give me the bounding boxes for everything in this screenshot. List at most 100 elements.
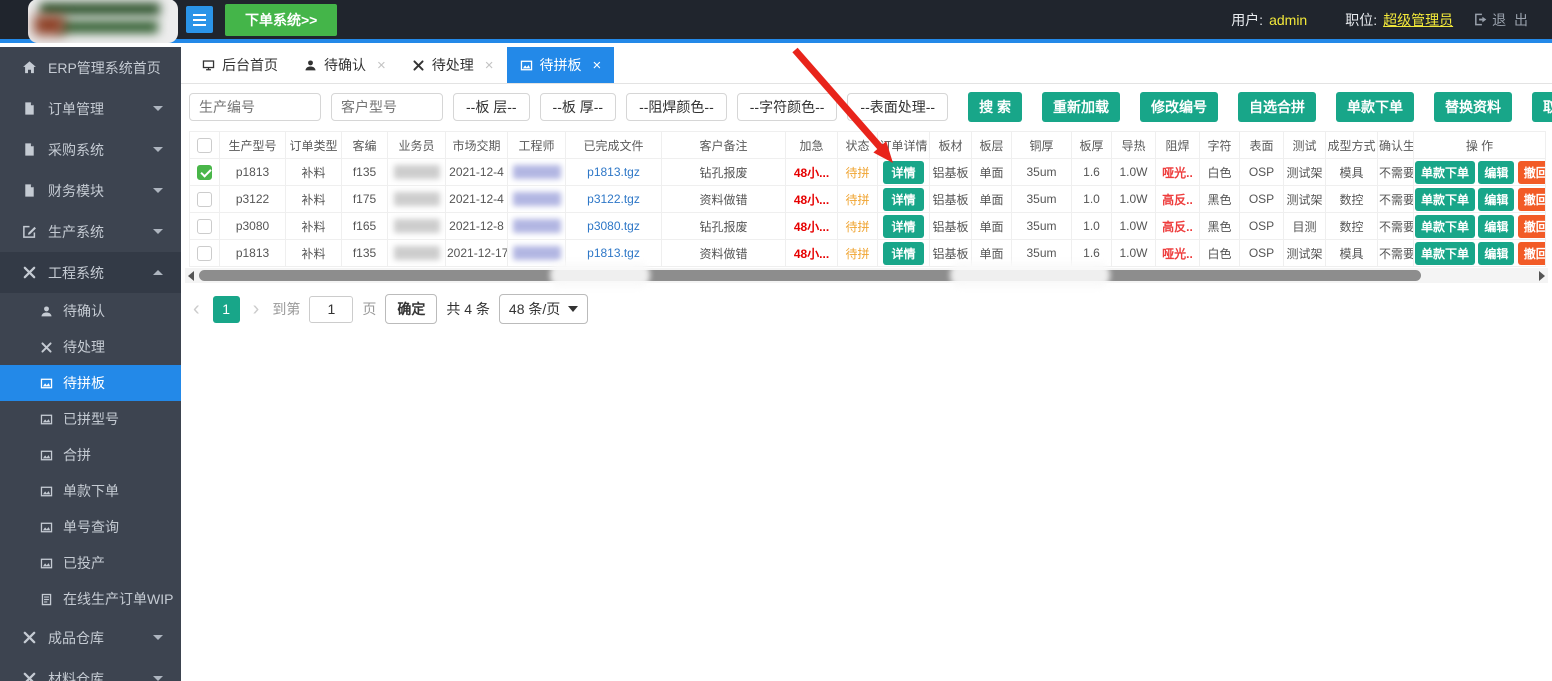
cell-remark: 资料做错 bbox=[661, 185, 786, 213]
cell-solder-mask: 高反.. bbox=[1155, 185, 1200, 213]
surface-finish-select[interactable]: --表面处理-- bbox=[847, 93, 949, 121]
cell-silkscreen: 白色 bbox=[1199, 158, 1240, 186]
scroll-right-arrow-icon[interactable] bbox=[1539, 270, 1545, 281]
user-label: 用户: bbox=[1231, 11, 1264, 28]
cell-thickness: 1.6 bbox=[1071, 158, 1112, 186]
close-icon[interactable]: × bbox=[377, 57, 386, 74]
cancel-refeed-button[interactable]: 取消补料 bbox=[1531, 92, 1552, 122]
col-order-type: 订单类型 bbox=[285, 131, 342, 159]
edit-button[interactable]: 编辑 bbox=[1478, 187, 1515, 211]
chevron-down-icon bbox=[153, 229, 163, 234]
close-icon[interactable]: × bbox=[485, 57, 494, 74]
single-order-row-button[interactable]: 单款下单 bbox=[1415, 160, 1476, 184]
table-header-row: 生产型号 订单类型 客编 业务员 市场交期 工程师 已完成文件 客户备注 加急 … bbox=[189, 131, 1546, 159]
scrollbar-thumb[interactable] bbox=[199, 270, 1421, 281]
sidebar-item-order-mgmt[interactable]: 订单管理 bbox=[0, 88, 181, 129]
sidebar-item-order-query[interactable]: 单号查询 bbox=[0, 509, 181, 545]
select-all-checkbox[interactable] bbox=[197, 137, 212, 153]
edit-button[interactable]: 编辑 bbox=[1478, 241, 1515, 265]
tab-pending-confirm[interactable]: 待确认 × bbox=[291, 47, 399, 83]
menu-toggle-button[interactable] bbox=[186, 6, 213, 33]
chevron-down-icon bbox=[568, 306, 579, 312]
cell-confirm: 不需要 bbox=[1377, 239, 1414, 267]
sidebar-item-finance[interactable]: 财务模块 bbox=[0, 170, 181, 211]
file-link[interactable]: p1813.tgz bbox=[587, 246, 640, 260]
single-order-button[interactable]: 单款下单 bbox=[1335, 92, 1414, 122]
sidebar-item-finished-warehouse[interactable]: 成品仓库 bbox=[0, 617, 181, 658]
self-combine-button[interactable]: 自选合拼 bbox=[1237, 92, 1316, 122]
order-system-button[interactable]: 下单系统>> bbox=[225, 3, 338, 36]
cell-urgent: 48小... bbox=[785, 212, 838, 240]
tab-backend-home[interactable]: 后台首页 bbox=[189, 47, 291, 83]
per-page-select[interactable]: 48 条/页 bbox=[498, 294, 589, 324]
production-no-input[interactable] bbox=[189, 93, 321, 121]
monitor-icon bbox=[202, 59, 215, 70]
goto-page-input[interactable] bbox=[309, 295, 354, 323]
reload-button[interactable]: 重新加载 bbox=[1041, 92, 1120, 122]
detail-button[interactable]: 详情 bbox=[883, 187, 924, 211]
edit-button[interactable]: 编辑 bbox=[1478, 160, 1515, 184]
sidebar-item-in-production[interactable]: 已投产 bbox=[0, 545, 181, 581]
board-layer-select[interactable]: --板 层-- bbox=[453, 93, 530, 121]
col-silkscreen: 字符 bbox=[1199, 131, 1240, 159]
detail-button[interactable]: 详情 bbox=[883, 214, 924, 238]
row-checkbox[interactable] bbox=[197, 245, 212, 261]
single-order-row-button[interactable]: 单款下单 bbox=[1415, 187, 1476, 211]
row-checkbox[interactable] bbox=[197, 218, 212, 234]
sidebar-item-paneled-models[interactable]: 已拼型号 bbox=[0, 401, 181, 437]
sidebar-item-pending-panel[interactable]: 待拼板 bbox=[0, 365, 181, 401]
cell-solder-mask: 哑光.. bbox=[1155, 158, 1200, 186]
col-customer-code: 客编 bbox=[341, 131, 388, 159]
file-link[interactable]: p1813.tgz bbox=[587, 165, 640, 179]
scroll-left-arrow-icon[interactable] bbox=[188, 270, 194, 281]
sidebar-item-online-wip[interactable]: 在线生产订单WIP bbox=[0, 581, 181, 617]
board-thickness-select[interactable]: --板 厚-- bbox=[539, 93, 617, 121]
file-link[interactable]: p3122.tgz bbox=[587, 192, 640, 206]
file-link[interactable]: p3080.tgz bbox=[587, 219, 640, 233]
sidebar-item-pending-process[interactable]: 待处理 bbox=[0, 329, 181, 365]
sidebar-item-combine[interactable]: 合拼 bbox=[0, 437, 181, 473]
sidebar-item-production[interactable]: 生产系统 bbox=[0, 211, 181, 252]
page-number-button[interactable]: 1 bbox=[212, 295, 240, 323]
single-order-row-button[interactable]: 单款下单 bbox=[1415, 214, 1476, 238]
modify-number-button[interactable]: 修改编号 bbox=[1139, 92, 1218, 122]
role-value[interactable]: 超级管理员 bbox=[1383, 10, 1453, 30]
search-button[interactable]: 搜 索 bbox=[968, 92, 1022, 122]
cell-engineer-redacted bbox=[507, 185, 566, 213]
close-icon[interactable]: × bbox=[593, 57, 602, 74]
withdraw-button[interactable]: 撤回 bbox=[1517, 187, 1545, 211]
next-page-icon[interactable]: › bbox=[249, 299, 264, 319]
withdraw-button[interactable]: 撤回 bbox=[1517, 214, 1545, 238]
sidebar-item-purchase[interactable]: 采购系统 bbox=[0, 129, 181, 170]
edit-button[interactable]: 编辑 bbox=[1478, 214, 1515, 238]
cell-production-no: p1813 bbox=[219, 158, 286, 186]
detail-button[interactable]: 详情 bbox=[883, 241, 924, 265]
chevron-down-icon bbox=[153, 188, 163, 193]
cell-status: 待拼 bbox=[837, 158, 878, 186]
sidebar-item-material-warehouse[interactable]: 材料仓库 bbox=[0, 658, 181, 681]
main-content: 后台首页 待确认 × 待处理 × 待拼板 × --板 层-- --板 厚-- -… bbox=[181, 47, 1552, 681]
logout-icon bbox=[1475, 13, 1487, 26]
tab-pending-process[interactable]: 待处理 × bbox=[399, 47, 507, 83]
goto-confirm-button[interactable]: 确定 bbox=[385, 294, 438, 324]
customer-model-input[interactable] bbox=[331, 93, 443, 121]
row-checkbox[interactable] bbox=[197, 164, 212, 180]
detail-button[interactable]: 详情 bbox=[883, 160, 924, 184]
sidebar-item-engineering[interactable]: 工程系统 bbox=[0, 252, 181, 293]
silkscreen-color-select[interactable]: --字符颜色-- bbox=[736, 93, 838, 121]
sidebar-item-erp-home[interactable]: ERP管理系统首页 bbox=[0, 47, 181, 88]
logout-button[interactable]: 退 出 bbox=[1473, 10, 1530, 30]
single-order-row-button[interactable]: 单款下单 bbox=[1415, 241, 1476, 265]
horizontal-scrollbar[interactable] bbox=[185, 262, 1548, 288]
tab-pending-panel[interactable]: 待拼板 × bbox=[506, 47, 615, 83]
sidebar-item-pending-confirm[interactable]: 待确认 bbox=[0, 293, 181, 329]
row-checkbox[interactable] bbox=[197, 191, 212, 207]
blur-smudge bbox=[950, 262, 1110, 288]
withdraw-button[interactable]: 撤回 bbox=[1517, 160, 1545, 184]
withdraw-button[interactable]: 撤回 bbox=[1517, 241, 1545, 265]
cell-thickness: 1.0 bbox=[1071, 212, 1112, 240]
sidebar-item-single-order[interactable]: 单款下单 bbox=[0, 473, 181, 509]
replace-data-button[interactable]: 替换资料 bbox=[1433, 92, 1512, 122]
solder-mask-color-select[interactable]: --阻焊颜色-- bbox=[626, 93, 727, 121]
prev-page-icon[interactable]: ‹ bbox=[189, 299, 204, 319]
